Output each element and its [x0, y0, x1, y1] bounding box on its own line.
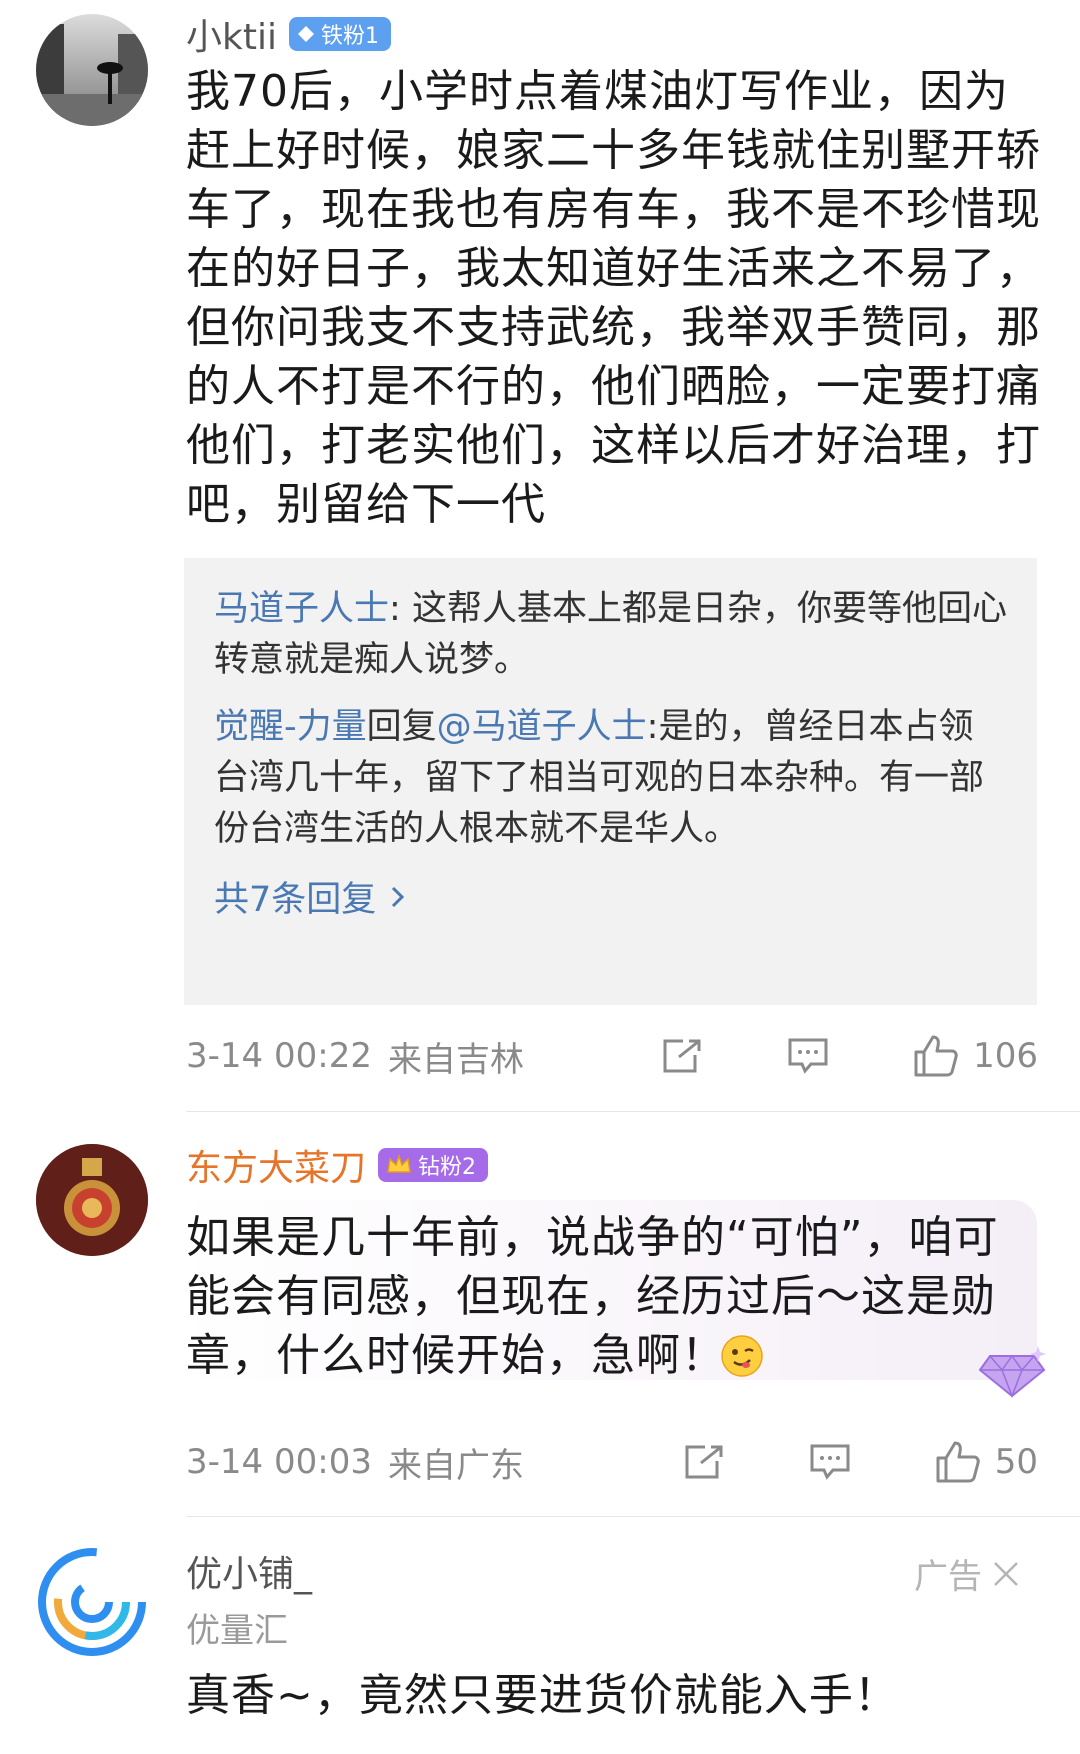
- fan-badge[interactable]: 铁粉1: [288, 17, 391, 51]
- like-button[interactable]: 50: [935, 1440, 1038, 1484]
- crown-icon: [387, 1154, 411, 1173]
- share-icon: [663, 1039, 701, 1073]
- fan-badge-label: 铁粉1: [320, 24, 379, 49]
- comment-button[interactable]: [787, 1036, 829, 1076]
- reply-count-label: 共7条回复: [214, 880, 377, 920]
- avatar[interactable]: [36, 1546, 148, 1658]
- view-all-replies-link[interactable]: 共7条回复: [214, 871, 1007, 922]
- divider: [186, 1111, 1080, 1112]
- reply-separator: :: [389, 589, 412, 629]
- reply-item[interactable]: 觉醒-力量回复@马道子人士:是的，曾经日本占领台湾几十年，留下了相当可观的日本杂…: [214, 702, 1007, 855]
- comment-meta: 3-14 00:22 来自吉林 106: [186, 1032, 1038, 1080]
- comment-location: 来自广东: [387, 1445, 524, 1486]
- ad-text: 真香~，竟然只要进货价就能入手！: [186, 1670, 899, 1721]
- username[interactable]: 小ktii: [186, 8, 277, 60]
- comment-text: 如果是几十年前，说战争的“可怕”，咱可能会有同感，但现在，经历过后～这是勋章，什…: [186, 1212, 999, 1381]
- comment-icon: [810, 1444, 850, 1480]
- ad-label[interactable]: 广告: [914, 1549, 1020, 1598]
- ad-username[interactable]: 优小铺_: [186, 1545, 312, 1597]
- diamond-icon: [297, 26, 314, 42]
- share-button[interactable]: [661, 1037, 703, 1075]
- fan-badge[interactable]: 钻粉2: [378, 1148, 489, 1182]
- diamond-decoration-icon: [978, 1346, 1046, 1399]
- like-count: 50: [994, 1442, 1038, 1482]
- emoji-icon: [721, 1335, 763, 1377]
- comment-time: 3-14 00:22: [186, 1036, 372, 1076]
- comment-time: 3-14 00:03: [186, 1442, 372, 1482]
- reply-author[interactable]: 觉醒-力量: [214, 707, 367, 747]
- thumbs-up-icon: [936, 1441, 980, 1483]
- avatar[interactable]: [36, 14, 148, 126]
- replies-box[interactable]: 马道子人士: 这帮人基本上都是日杂，你要等他回心转意就是痴人说梦。 觉醒-力量回…: [184, 558, 1037, 1005]
- reply-item[interactable]: 马道子人士: 这帮人基本上都是日杂，你要等他回心转意就是痴人说梦。: [214, 584, 1007, 686]
- comment-button[interactable]: [809, 1442, 851, 1482]
- close-icon[interactable]: [992, 1560, 1020, 1588]
- thumbs-up-icon: [914, 1035, 958, 1077]
- comment-icon: [788, 1038, 828, 1074]
- share-button[interactable]: [683, 1443, 725, 1481]
- ad-source: 优量汇: [186, 1611, 288, 1651]
- reply-mention[interactable]: @马道子人士: [437, 707, 647, 747]
- comment-meta: 3-14 00:03 来自广东 50: [186, 1438, 1038, 1486]
- share-icon: [685, 1445, 723, 1479]
- chevron-right-icon: [392, 886, 405, 907]
- reply-separator: :: [646, 707, 659, 747]
- reply-verb: 回复: [366, 707, 437, 747]
- fan-badge-label: 钻粉2: [418, 1155, 477, 1180]
- reply-author[interactable]: 马道子人士: [214, 589, 389, 629]
- like-count: 106: [973, 1036, 1038, 1076]
- username[interactable]: 东方大菜刀: [186, 1139, 366, 1191]
- comment-text: 我70后，小学时点着煤油灯写作业，因为赶上好时候，娘家二十多年钱就住别墅开轿车了…: [186, 66, 1041, 530]
- ad-label-text: 广告: [914, 1557, 982, 1597]
- avatar[interactable]: [36, 1144, 148, 1256]
- like-button[interactable]: 106: [913, 1034, 1038, 1078]
- comment-location: 来自吉林: [387, 1039, 524, 1080]
- divider: [186, 1516, 1080, 1517]
